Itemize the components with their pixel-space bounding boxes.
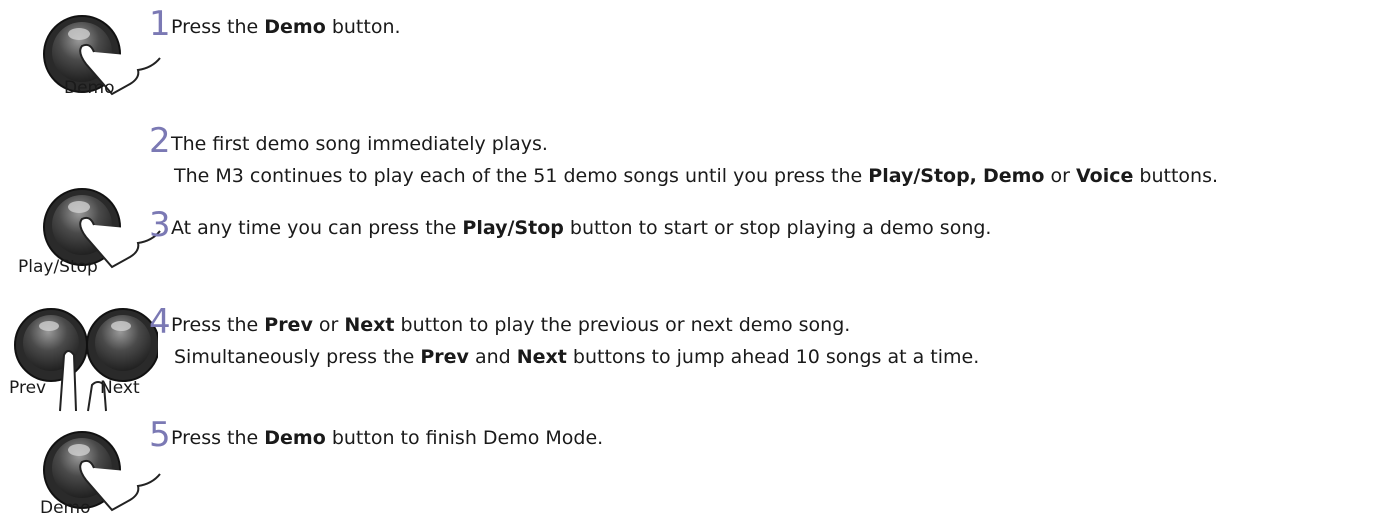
bold-button-name: Play/Stop, [868,165,977,187]
step-text: At any time you can press the [171,217,463,239]
step-text: buttons to jump ahead 10 songs at a time… [566,346,980,368]
step-text: button to finish Demo Mode. [325,427,604,449]
step-3-line-1: 3At any time you can press the Play/Stop… [149,205,992,245]
step-number: 5 [149,415,171,455]
bold-button-name: Prev [420,346,469,368]
bold-button-name: Voice [1075,165,1134,187]
step-text: The M3 continues to play each of the 51 … [174,165,869,187]
step-1: 1Press the Demo button. [149,4,401,44]
step-4: 4Press the Prev or Next button to play t… [149,302,979,373]
step-text: and [468,346,517,368]
step-3: 3At any time you can press the Play/Stop… [149,205,992,245]
step-2-line-2: The M3 continues to play each of the 51 … [149,160,1218,192]
step-text: buttons. [1133,165,1219,187]
next-button-label: Next [100,378,140,398]
step-text: Press the [171,427,265,449]
step-text: or [1044,165,1076,187]
step-5: 5Press the Demo button to finish Demo Mo… [149,415,604,455]
step-text: or [312,314,345,336]
bold-button-name: Next [344,314,395,336]
step-text: button to play the previous or next demo… [394,314,851,336]
play-stop-button-figure: Play/Stop [18,185,168,285]
step-1-line-1: 1Press the Demo button. [149,4,401,44]
bold-button-name: Prev [264,314,313,336]
prev-next-buttons-figure: Prev Next [8,303,158,413]
step-2: 2The first demo song immediately plays. T… [149,121,1218,192]
step-2-line-1: 2The first demo song immediately plays. [149,121,1218,161]
step-text: button. [325,16,401,38]
step-number: 3 [149,205,171,245]
step-number: 4 [149,302,171,342]
play-stop-button-label: Play/Stop [18,257,98,277]
prev-button-label: Prev [9,378,47,398]
step-text: button to start or stop playing a demo s… [563,217,992,239]
step-5-line-1: 5Press the Demo button to finish Demo Mo… [149,415,604,455]
step-number: 1 [149,4,171,44]
bold-button-name: Demo [264,16,326,38]
demo-button-label: Demo [40,498,91,518]
bold-button-name: Demo [982,165,1045,187]
step-text: Press the [171,314,265,336]
bold-button-name: Demo [264,427,326,449]
step-number: 2 [149,121,171,161]
step-4-line-2: Simultaneously press the Prev and Next b… [149,341,979,373]
step-text: Simultaneously press the [174,346,421,368]
bold-button-name: Play/Stop [462,217,564,239]
demo-button-label: Demo [64,78,115,98]
step-4-line-1: 4Press the Prev or Next button to play t… [149,302,979,342]
step-text: The first demo song immediately plays. [171,133,548,155]
bold-button-name: Next [516,346,567,368]
step-text: Press the [171,16,265,38]
